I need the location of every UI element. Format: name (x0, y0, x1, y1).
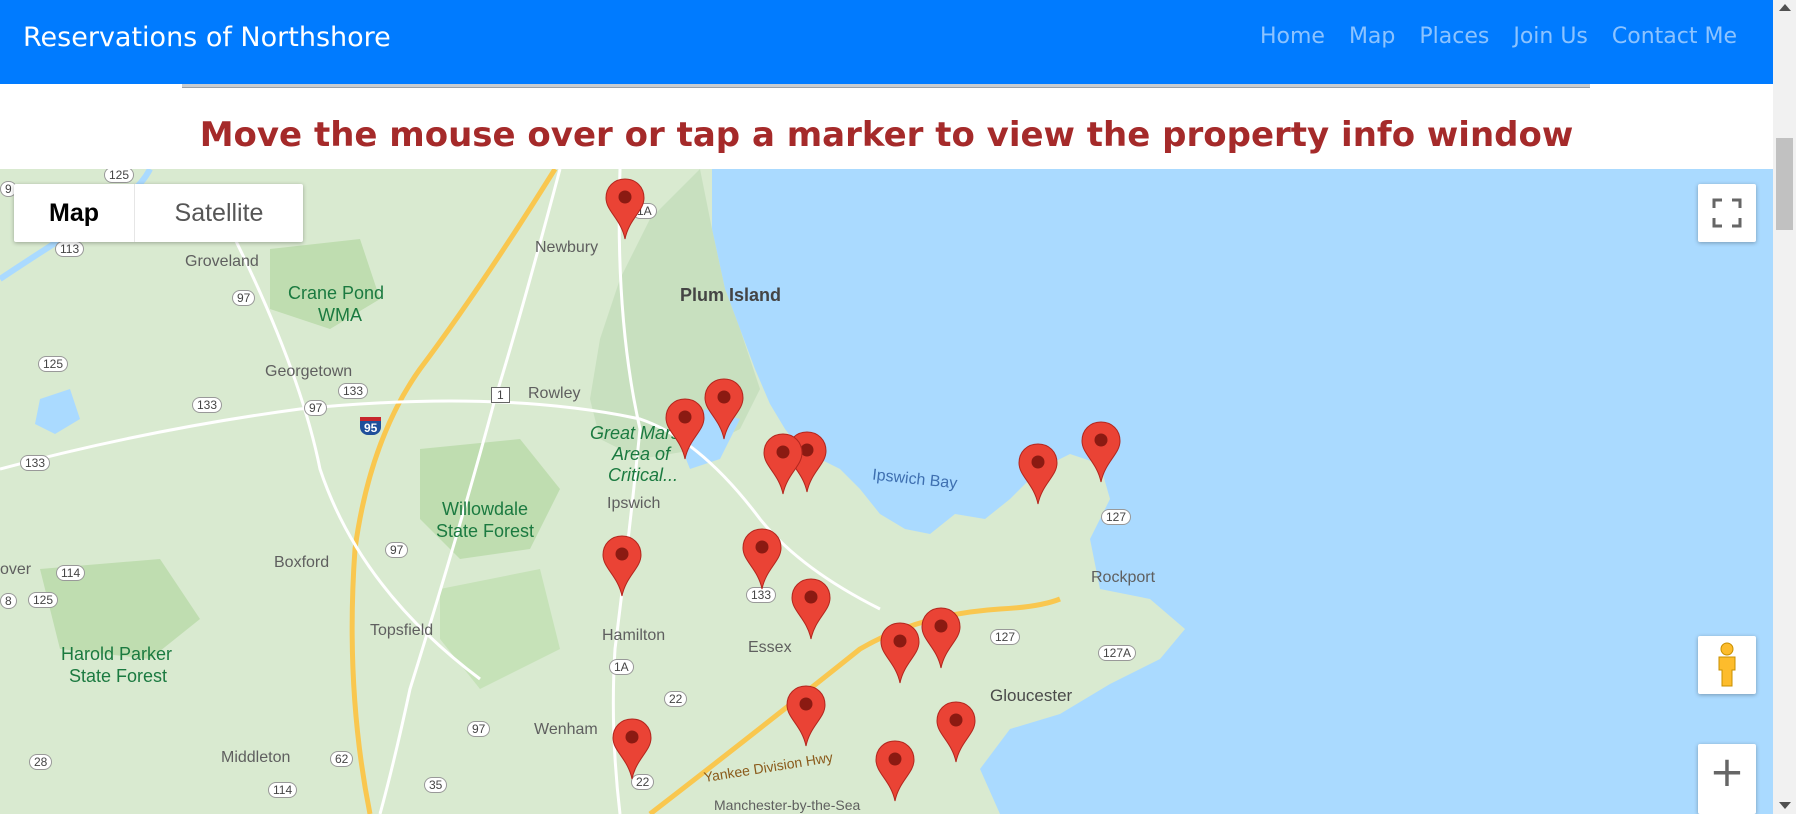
zoom-in-button[interactable]: + (1698, 744, 1756, 814)
property-marker[interactable] (936, 701, 976, 763)
property-marker[interactable] (1018, 443, 1058, 505)
property-marker[interactable] (763, 433, 803, 495)
nav-link-contact-me[interactable]: Contact Me (1612, 24, 1737, 49)
property-marker[interactable] (921, 607, 961, 669)
pegman-icon (1718, 642, 1736, 687)
property-marker[interactable] (742, 528, 782, 590)
property-marker[interactable] (786, 685, 826, 747)
hero-image-edge (182, 84, 1590, 88)
scrollbar-thumb[interactable] (1776, 138, 1793, 230)
navbar: Reservations of Northshore Home Map Plac… (0, 0, 1773, 84)
property-marker[interactable] (602, 535, 642, 597)
property-marker[interactable] (791, 578, 831, 640)
scroll-down-arrow-icon[interactable] (1779, 802, 1791, 809)
nav-link-join-us[interactable]: Join Us (1513, 24, 1588, 49)
map-type-map-button[interactable]: Map (14, 184, 135, 242)
fullscreen-button[interactable] (1698, 184, 1756, 242)
nav-link-home[interactable]: Home (1260, 24, 1325, 49)
plus-icon: + (1709, 747, 1745, 796)
nav-link-map[interactable]: Map (1349, 24, 1395, 49)
property-marker[interactable] (1081, 421, 1121, 483)
brand[interactable]: Reservations of Northshore (23, 22, 391, 53)
property-marker[interactable] (880, 622, 920, 684)
map-type-satellite-button[interactable]: Satellite (135, 184, 303, 242)
property-marker[interactable] (875, 740, 915, 802)
fullscreen-icon (1712, 198, 1742, 228)
property-marker[interactable] (665, 398, 705, 460)
property-marker[interactable] (605, 178, 645, 240)
map-instruction: Move the mouse over or tap a marker to v… (199, 115, 1574, 155)
street-view-button[interactable] (1698, 636, 1756, 694)
page-scrollbar[interactable] (1773, 0, 1796, 814)
marker-layer (602, 178, 1121, 802)
property-marker[interactable] (704, 378, 744, 440)
map-type-control: Map Satellite (14, 184, 303, 242)
scroll-up-arrow-icon[interactable] (1779, 4, 1791, 11)
property-marker[interactable] (612, 718, 652, 780)
nav-link-places[interactable]: Places (1419, 24, 1489, 49)
google-map[interactable]: Newbury Plum Island Groveland Crane Pond… (0, 169, 1773, 814)
nav-links: Home Map Places Join Us Contact Me (1260, 24, 1737, 49)
